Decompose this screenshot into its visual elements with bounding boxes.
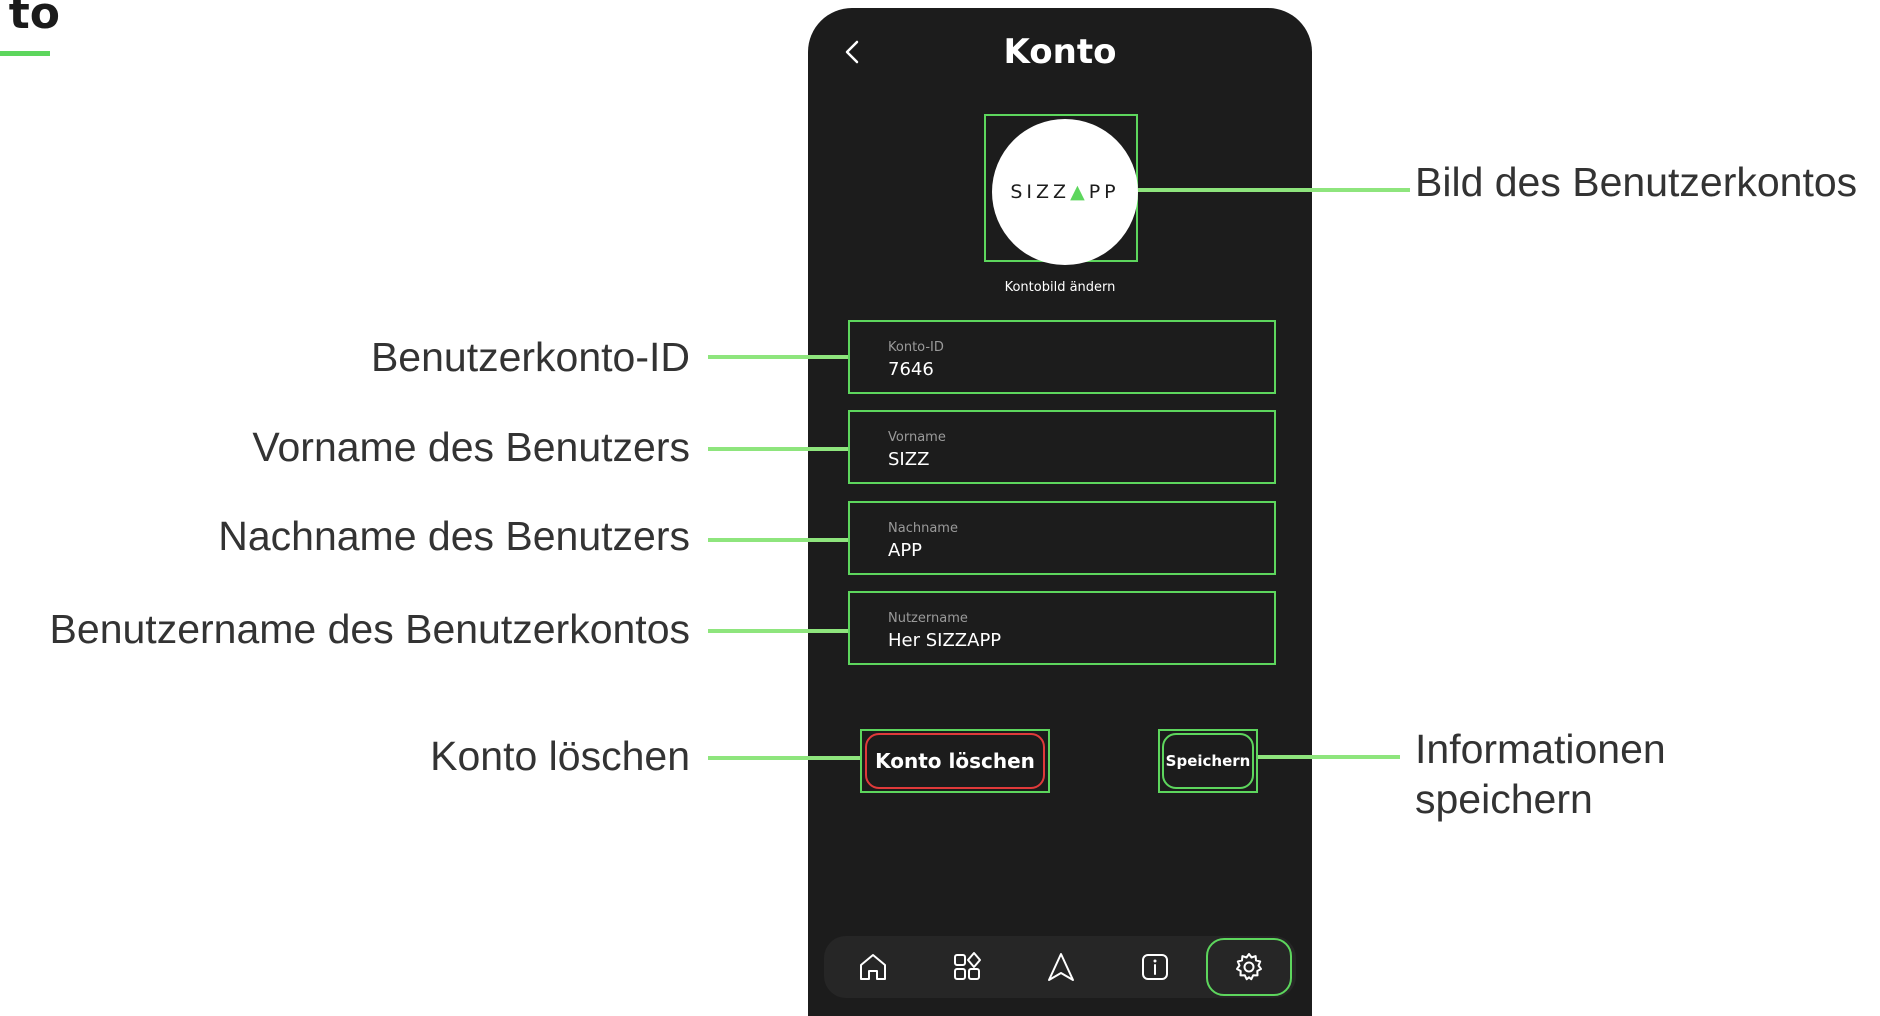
username-field[interactable]: Nutzername Her SIZZAPP [848, 591, 1276, 665]
phone-screen: Konto SIZZ▲PP Kontobild ändern Konto-ID … [808, 8, 1312, 1016]
last-name-field[interactable]: Nachname APP [848, 501, 1276, 575]
annotation-line-first-name [708, 447, 848, 451]
tab-info[interactable] [1114, 938, 1196, 996]
annotation-last-name: Nachname des Benutzers [218, 513, 690, 559]
field-label: Nutzername [888, 611, 968, 626]
tab-apps[interactable] [926, 938, 1008, 996]
gear-icon [1236, 953, 1262, 981]
first-name-field[interactable]: Vorname SIZZ [848, 410, 1276, 484]
annotation-line-last-name [708, 538, 848, 542]
save-button[interactable]: Speichern [1162, 733, 1254, 789]
delete-account-button[interactable]: Konto löschen [865, 733, 1045, 789]
annotation-line-delete [708, 756, 860, 760]
apps-grid-icon [954, 952, 981, 980]
annotation-save-line1: Informationen [1415, 726, 1666, 772]
annotation-username: Benutzername des Benutzerkontos [49, 606, 690, 652]
status-bar [808, 8, 1312, 18]
tab-home[interactable] [832, 938, 914, 996]
annotation-line-image [1138, 188, 1410, 192]
field-label: Konto-ID [888, 340, 944, 355]
account-id-field: Konto-ID 7646 [848, 320, 1276, 394]
logo-text-left: SIZZ [1010, 181, 1071, 203]
annotation-line-id [708, 355, 848, 359]
home-icon [860, 954, 886, 980]
change-photo-link[interactable]: Kontobild ändern [808, 278, 1312, 298]
info-icon [1142, 954, 1168, 980]
field-value[interactable]: SIZZ [888, 448, 929, 472]
tab-settings[interactable] [1206, 938, 1292, 996]
screen-title: Konto [1003, 32, 1117, 72]
field-value[interactable]: Her SIZZAPP [888, 629, 1001, 653]
annotation-account-image: Bild des Benutzerkontos [1415, 159, 1858, 205]
sizzapp-logo: SIZZ▲PP [992, 119, 1138, 265]
navigation-arrow-icon [1048, 953, 1074, 981]
heading-underline [0, 51, 50, 56]
annotation-line-save [1258, 755, 1400, 759]
annotation-line-username [708, 629, 848, 633]
annotation-save-info: Informationen speichern [1415, 724, 1875, 824]
page-heading: to [8, 0, 60, 39]
bottom-tab-bar [824, 936, 1296, 998]
logo-text-right: PP [1088, 181, 1120, 203]
field-label: Nachname [888, 521, 958, 536]
field-value: 7646 [888, 359, 934, 380]
annotation-first-name: Vorname des Benutzers [252, 424, 690, 470]
tab-navigation[interactable] [1020, 938, 1102, 996]
logo-arrow-icon: ▲ [1070, 181, 1089, 203]
field-label: Vorname [888, 430, 946, 445]
annotation-delete-account: Konto löschen [430, 733, 690, 779]
avatar[interactable]: SIZZ▲PP [992, 119, 1138, 265]
annotation-save-line2: speichern [1415, 776, 1593, 822]
annotation-account-id: Benutzerkonto-ID [370, 334, 690, 380]
field-value[interactable]: APP [888, 539, 922, 563]
